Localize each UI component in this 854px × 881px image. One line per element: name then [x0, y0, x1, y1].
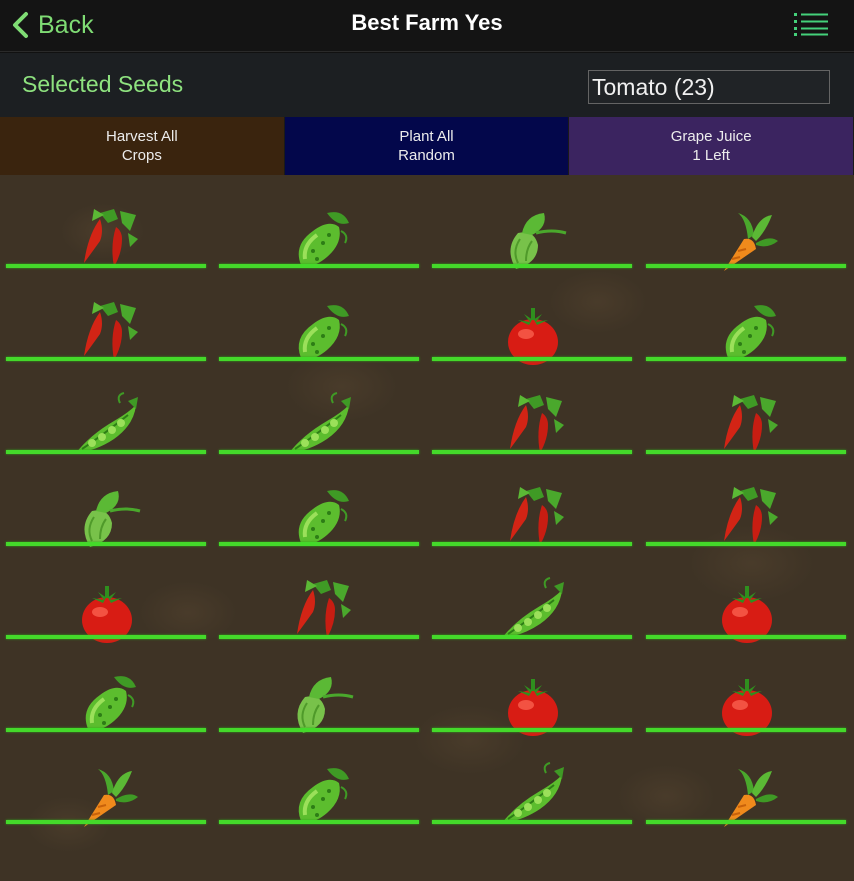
seed-select-field[interactable]: Tomato (23)	[588, 70, 830, 104]
farm-plot[interactable]	[0, 361, 213, 454]
farm-plot[interactable]	[426, 175, 639, 269]
farm-plot[interactable]	[640, 546, 853, 643]
grape-juice-button[interactable]: Grape Juice 1 Left	[569, 117, 854, 175]
farm-plot[interactable]	[0, 546, 213, 643]
farm-plot[interactable]	[213, 361, 426, 454]
back-label: Back	[38, 10, 94, 39]
farm-plot[interactable]	[213, 546, 426, 639]
farm-field	[0, 175, 854, 881]
seed-selector-bar: Selected Seeds Tomato (23)	[0, 53, 854, 117]
farm-plot[interactable]	[640, 639, 853, 736]
farm-plot[interactable]	[426, 639, 639, 736]
page-title: Best Farm Yes	[351, 10, 503, 35]
action-bar: Harvest All Crops Plant All Random Grape…	[0, 117, 854, 175]
back-button[interactable]: Back	[10, 8, 94, 42]
farm-plot[interactable]	[426, 731, 639, 824]
growth-progress-bar	[432, 820, 632, 824]
farm-plot[interactable]	[213, 268, 426, 361]
harvest-all-button[interactable]: Harvest All Crops	[0, 117, 285, 175]
growth-progress-bar	[646, 820, 846, 824]
selected-seeds-label: Selected Seeds	[22, 71, 184, 97]
top-bar: Back Best Farm Yes	[0, 0, 854, 52]
plant-all-random-button[interactable]: Plant All Random	[284, 117, 570, 175]
farm-plot[interactable]	[640, 361, 853, 454]
farm-plot[interactable]	[0, 639, 213, 732]
chevron-left-icon	[13, 12, 28, 38]
farm-plot[interactable]	[426, 453, 639, 546]
farm-plot[interactable]	[0, 268, 213, 361]
farm-plot[interactable]	[640, 453, 853, 546]
farm-plot[interactable]	[640, 175, 853, 271]
farm-plot[interactable]	[426, 268, 639, 365]
farm-plot[interactable]	[426, 546, 639, 639]
farm-plot[interactable]	[213, 731, 426, 824]
farm-plot[interactable]	[213, 639, 426, 733]
farm-plot[interactable]	[0, 453, 213, 547]
farm-plot[interactable]	[213, 453, 426, 546]
farm-plot[interactable]	[426, 361, 639, 454]
farm-plot[interactable]	[640, 268, 853, 361]
farm-plot[interactable]	[213, 175, 426, 268]
menu-list-icon[interactable]	[794, 12, 828, 36]
farm-plot[interactable]	[0, 731, 213, 827]
farm-plot[interactable]	[0, 175, 213, 268]
growth-progress-bar	[6, 820, 206, 824]
growth-progress-bar	[219, 820, 419, 824]
farm-plot[interactable]	[640, 731, 853, 827]
